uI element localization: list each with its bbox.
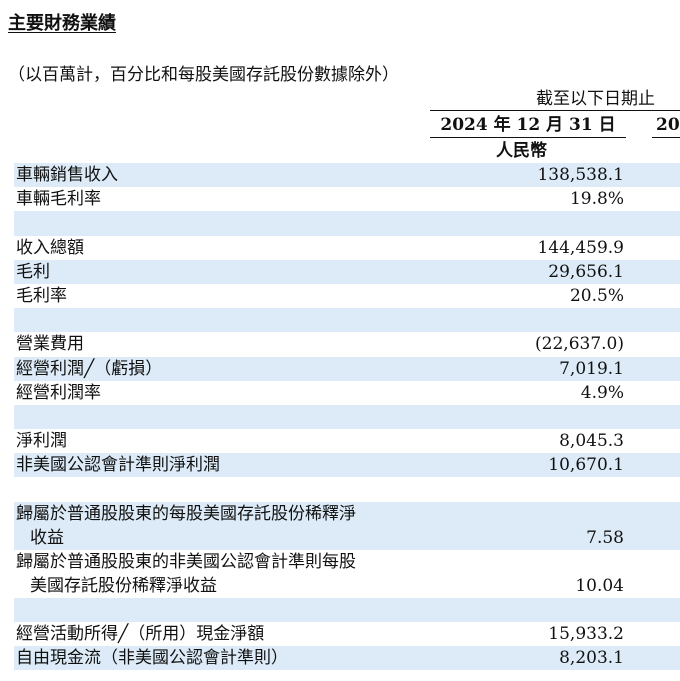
table-row-spacer xyxy=(14,308,680,333)
units-note: （以百萬計，百分比和每股美國存託股份數據除外） xyxy=(8,65,399,85)
currency-header: 人民幣 xyxy=(496,141,547,161)
table-row: 經營利潤率 4.9% xyxy=(14,381,680,405)
row-label-line-1: 歸屬於普通股股東的非美國公認會計準則每股 xyxy=(16,551,356,572)
row-value: 4.9% xyxy=(580,382,624,403)
row-label: 自由現金流（非美國公認會計準則） xyxy=(16,648,288,668)
row-label: 淨利潤 xyxy=(16,431,67,452)
row-value: 29,656.1 xyxy=(548,261,624,282)
row-value: 10.04 xyxy=(575,575,624,596)
table-row: 歸屬於普通股股東的非美國公認會計準則每股美國存託股份稀釋淨收益 10.04 xyxy=(14,550,680,598)
row-value: 19.8% xyxy=(569,189,624,210)
column-underline-2024 xyxy=(430,137,626,138)
table-row: 營業費用 (22,637.0) xyxy=(14,332,680,356)
row-label: 車輛銷售收入 xyxy=(16,165,118,185)
row-label: 毛利 xyxy=(16,261,50,282)
row-label: 非美國公認會計準則淨利潤 xyxy=(16,455,220,476)
table-row: 歸屬於普通股股東的每股美國存託股份稀釋淨收益 7.58 xyxy=(14,501,680,550)
financial-table: 車輛銷售收入 138,538.1 車輛毛利率 19.8% 收入總額 144,45… xyxy=(14,163,680,671)
row-value: 8,045.3 xyxy=(559,431,624,452)
row-value: 10,670.1 xyxy=(548,455,624,476)
table-row-spacer xyxy=(14,597,680,622)
row-label: 收入總額 xyxy=(16,237,84,258)
table-row: 自由現金流（非美國公認會計準則） 8,203.1 xyxy=(14,646,680,671)
row-label-line-1: 歸屬於普通股股東的每股美國存託股份稀釋淨 xyxy=(16,503,356,524)
column-header-prior: 20 xyxy=(656,115,680,135)
row-value: 7.58 xyxy=(586,527,624,548)
row-label: 經營利潤率 xyxy=(16,382,101,403)
row-label: 歸屬於普通股股東的每股美國存託股份稀釋淨收益 xyxy=(16,502,426,550)
table-row-spacer xyxy=(14,404,680,430)
table-row-spacer xyxy=(14,477,680,501)
table-row-spacer xyxy=(14,211,680,236)
row-label: 經營利潤╱（虧損） xyxy=(16,358,163,379)
table-row: 車輛銷售收入 138,538.1 xyxy=(14,163,680,188)
row-value: 7,019.1 xyxy=(559,358,624,379)
row-value: 15,933.2 xyxy=(548,623,624,644)
column-underline-prior xyxy=(652,137,680,138)
table-row: 淨利潤 8,045.3 xyxy=(14,429,680,453)
row-value: 144,459.9 xyxy=(537,237,624,258)
table-row: 車輛毛利率 19.8% xyxy=(14,187,680,211)
row-label: 毛利率 xyxy=(16,285,67,306)
row-label: 歸屬於普通股股東的非美國公認會計準則每股美國存託股份稀釋淨收益 xyxy=(16,550,426,598)
table-row: 毛利 29,656.1 xyxy=(14,259,680,284)
page-title: 主要財務業績 xyxy=(8,13,116,34)
period-header: 截至以下日期止 xyxy=(536,89,655,109)
table-row: 非美國公認會計準則淨利潤 10,670.1 xyxy=(14,453,680,478)
row-value: 20.5% xyxy=(569,285,624,306)
row-value: 8,203.1 xyxy=(559,648,624,668)
table-row: 經營利潤╱（虧損） 7,019.1 xyxy=(14,356,680,381)
column-header-2024: 2024 年 12 月 31 日 xyxy=(440,115,616,135)
table-row: 毛利率 20.5% xyxy=(14,284,680,308)
row-label-line-2: 美國存託股份稀釋淨收益 xyxy=(30,575,217,596)
row-label: 車輛毛利率 xyxy=(16,189,101,210)
table-row: 經營活動所得╱（所用）現金淨額 15,933.2 xyxy=(14,622,680,646)
row-value: 138,538.1 xyxy=(537,165,624,185)
period-underline xyxy=(430,110,680,111)
row-value: (22,637.0) xyxy=(535,334,624,355)
table-row: 收入總額 144,459.9 xyxy=(14,236,680,260)
row-label-line-2: 收益 xyxy=(30,527,64,548)
row-label: 經營活動所得╱（所用）現金淨額 xyxy=(16,623,265,644)
row-label: 營業費用 xyxy=(16,334,84,355)
